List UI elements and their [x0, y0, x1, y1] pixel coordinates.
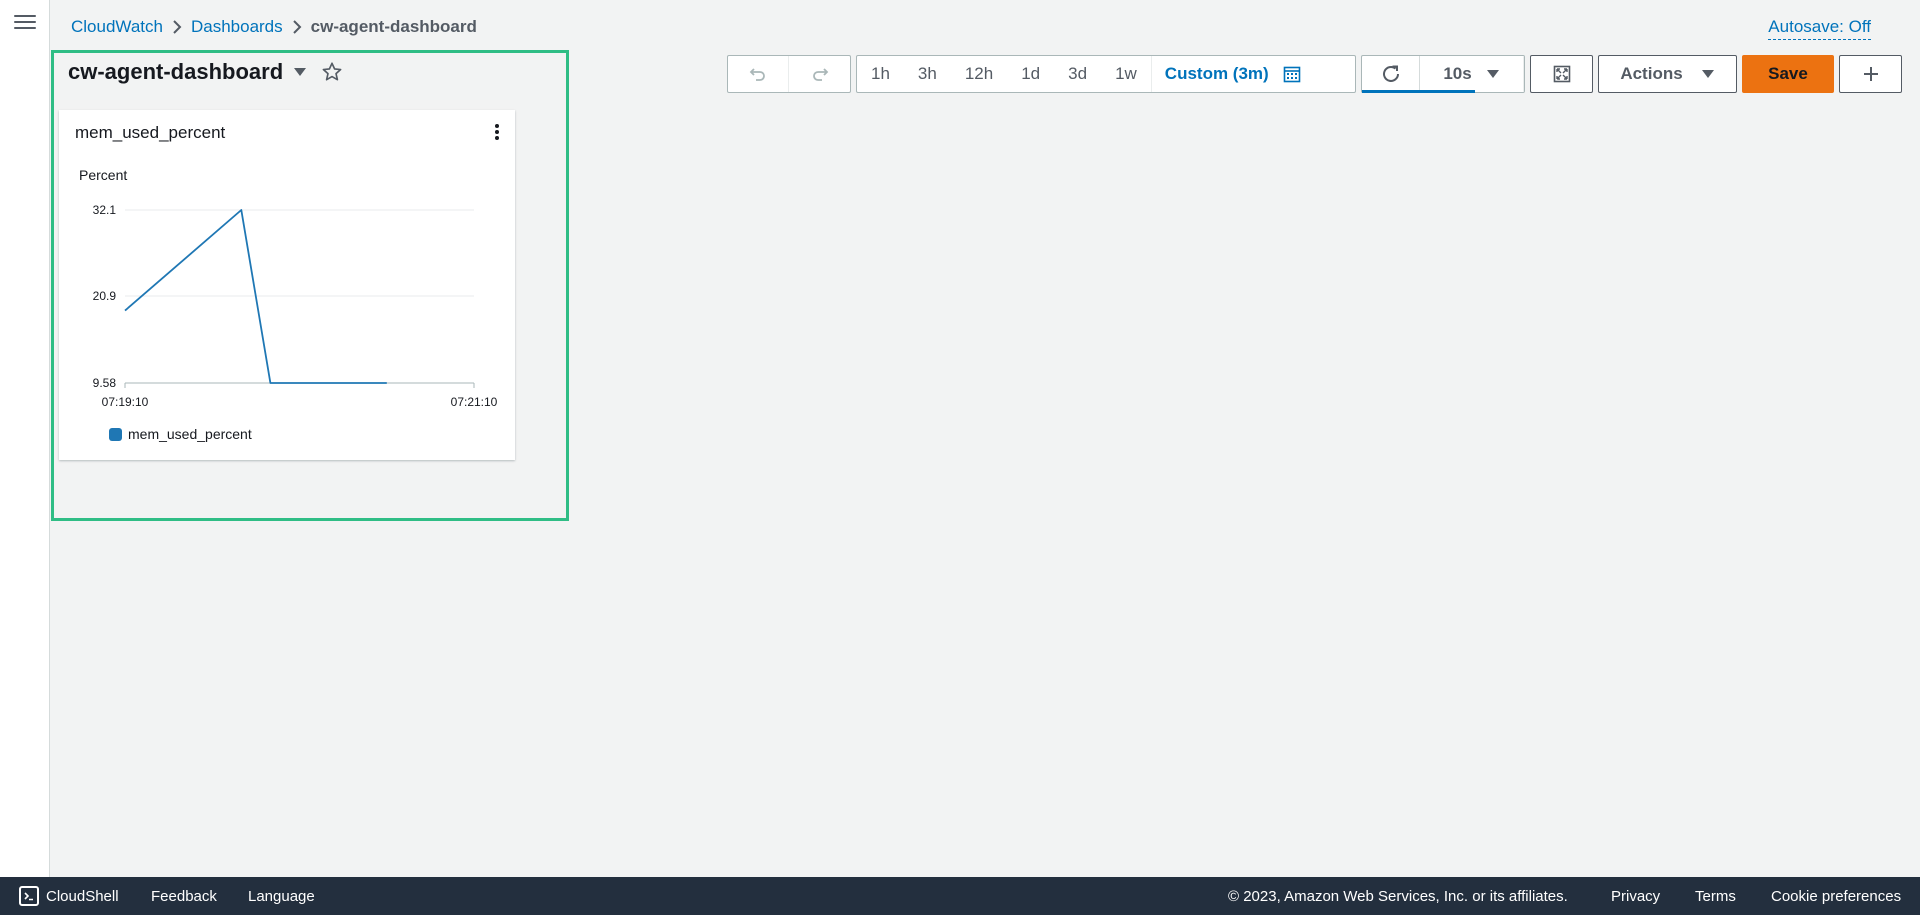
range-12h[interactable]: 12h	[951, 56, 1007, 92]
undo-icon	[749, 68, 765, 81]
y-tick-label: 20.9	[93, 289, 117, 303]
calendar-icon[interactable]	[1279, 56, 1311, 92]
fullscreen-icon	[1553, 65, 1570, 83]
breadcrumb-dashboards[interactable]: Dashboards	[191, 17, 283, 37]
range-custom[interactable]: Custom (3m)	[1150, 56, 1279, 92]
redo-icon	[812, 68, 828, 81]
refresh-icon	[1382, 65, 1399, 82]
chart-legend[interactable]: mem_used_percent	[109, 426, 252, 442]
cloudshell-label: CloudShell	[46, 887, 119, 905]
dashboard-header: cw-agent-dashboard	[68, 59, 343, 85]
language-link[interactable]: Language	[248, 888, 315, 905]
actions-dropdown[interactable]: Actions	[1598, 55, 1737, 93]
copyright-text: © 2023, Amazon Web Services, Inc. or its…	[1228, 887, 1568, 905]
chevron-right-icon	[283, 19, 311, 35]
caret-down-icon	[1486, 70, 1499, 78]
refresh-interval-dropdown[interactable]: 10s	[1420, 56, 1524, 92]
autosave-toggle[interactable]: Autosave: Off	[1768, 17, 1871, 40]
plus-icon	[1863, 67, 1878, 81]
refresh-progress-bar	[1362, 90, 1475, 93]
legend-swatch	[109, 427, 122, 441]
line-chart: Percent 32.1 20.9 9.58 07:19:10 07:21:10	[79, 167, 498, 409]
caret-down-icon[interactable]	[293, 67, 307, 77]
legend-label: mem_used_percent	[128, 426, 252, 442]
refresh-control: 10s	[1361, 55, 1525, 93]
terminal-icon	[19, 886, 39, 906]
time-range-selector: 1h 3h 12h 1d 3d 1w Custom (3m)	[856, 55, 1356, 93]
refresh-button[interactable]	[1362, 56, 1420, 92]
star-icon[interactable]	[321, 61, 343, 83]
actions-label: Actions	[1620, 64, 1683, 83]
range-1w[interactable]: 1w	[1101, 56, 1151, 92]
privacy-link[interactable]: Privacy	[1611, 888, 1660, 905]
y-axis-label: Percent	[79, 167, 127, 183]
range-3d[interactable]: 3d	[1054, 56, 1101, 92]
footer: CloudShell Feedback Language © 2023, Ama…	[0, 877, 1920, 915]
y-tick-label: 9.58	[93, 376, 117, 390]
save-button[interactable]: Save	[1742, 55, 1834, 93]
cookie-preferences-link[interactable]: Cookie preferences	[1771, 888, 1901, 905]
x-tick-label: 07:19:10	[102, 395, 149, 409]
cloudshell-button[interactable]: CloudShell	[19, 886, 119, 906]
add-widget-button[interactable]	[1839, 55, 1902, 93]
breadcrumb-current: cw-agent-dashboard	[310, 17, 477, 36]
x-tick-label: 07:21:10	[451, 395, 498, 409]
side-navigation-rail	[0, 0, 50, 877]
metric-widget[interactable]: mem_used_percent Percent 32.1 20.9 9.58 07:1…	[59, 110, 515, 460]
breadcrumb-cloudwatch[interactable]: CloudWatch	[71, 17, 163, 37]
breadcrumb: CloudWatch Dashboards cw-agent-dashboard	[71, 17, 477, 37]
undo-button[interactable]	[728, 56, 789, 92]
feedback-link[interactable]: Feedback	[151, 888, 217, 905]
caret-down-icon	[1701, 70, 1714, 78]
refresh-interval-value: 10s	[1443, 64, 1472, 83]
menu-icon[interactable]	[14, 12, 36, 32]
terms-link[interactable]: Terms	[1695, 888, 1736, 905]
undo-redo-group	[727, 55, 851, 93]
y-tick-label: 32.1	[93, 203, 117, 217]
range-3h[interactable]: 3h	[904, 56, 951, 92]
range-1h[interactable]: 1h	[857, 56, 904, 92]
dashboard-title: cw-agent-dashboard	[68, 59, 284, 84]
fullscreen-button[interactable]	[1530, 55, 1593, 93]
chevron-right-icon	[163, 19, 191, 35]
redo-button[interactable]	[789, 56, 850, 92]
range-1d[interactable]: 1d	[1007, 56, 1054, 92]
